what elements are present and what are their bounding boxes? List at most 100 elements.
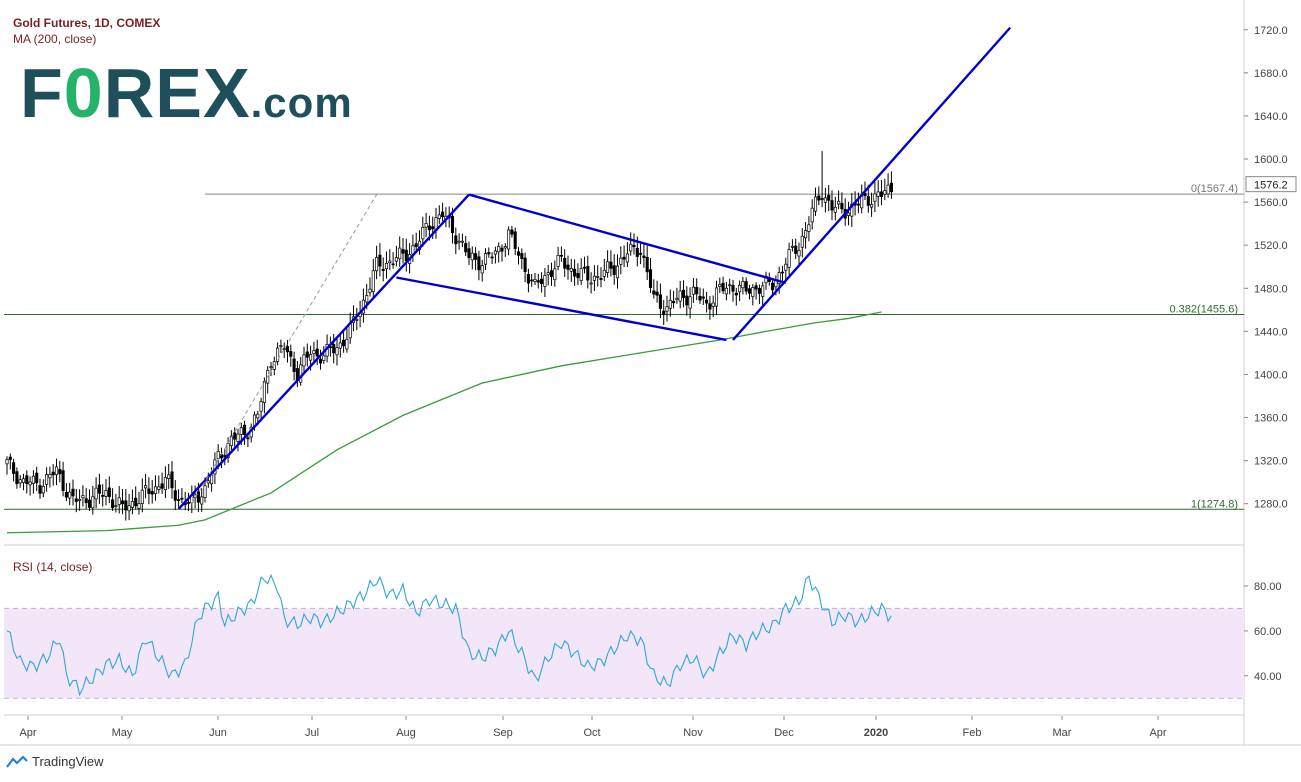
candle-body bbox=[61, 470, 65, 491]
candle-body bbox=[384, 263, 389, 270]
rising-channel-lower-line bbox=[177, 193, 470, 510]
candle-body bbox=[606, 261, 610, 273]
candle-body bbox=[549, 270, 554, 277]
chart-title: Gold Futures, 1D, COMEX bbox=[13, 16, 161, 30]
price-tick-label: 1560.0 bbox=[1254, 197, 1288, 209]
candle-body bbox=[596, 276, 600, 278]
candle-body bbox=[104, 490, 108, 497]
candle-body bbox=[41, 485, 45, 494]
candle-body bbox=[856, 203, 860, 206]
price-tick-label: 1720.0 bbox=[1254, 25, 1288, 37]
candle-body bbox=[675, 297, 679, 301]
candle-body bbox=[589, 282, 593, 285]
candle-body bbox=[810, 207, 814, 223]
candle-body bbox=[91, 496, 95, 509]
price-tick-label: 1440.0 bbox=[1254, 326, 1288, 338]
candle-body bbox=[483, 253, 488, 265]
candle-body bbox=[140, 489, 144, 504]
candle-body bbox=[84, 498, 88, 504]
tradingview-brand[interactable]: TradingView bbox=[6, 754, 104, 769]
price-tick-label: 1640.0 bbox=[1254, 111, 1288, 123]
candle-body bbox=[114, 505, 118, 507]
fib-levels: 0(1567.4) 0.382(1455.6) 1(1274.8) bbox=[4, 183, 1244, 510]
logo-text: F0REX bbox=[20, 54, 251, 132]
candle-body bbox=[51, 471, 55, 476]
candle-body bbox=[454, 235, 458, 245]
candle-body bbox=[886, 184, 890, 195]
candle-body bbox=[711, 302, 715, 307]
candle-body bbox=[794, 245, 798, 254]
candle-body bbox=[355, 319, 359, 321]
time-tick-label: Jul bbox=[305, 727, 319, 739]
rsi-axis[interactable]: 40.00 60.00 80.00 bbox=[1244, 581, 1282, 683]
candle-body bbox=[632, 244, 636, 248]
candle-body bbox=[823, 197, 827, 203]
candle-body bbox=[68, 491, 72, 499]
candle-body bbox=[87, 499, 92, 508]
candle-body bbox=[774, 280, 778, 288]
candle-body bbox=[186, 502, 191, 504]
candle-body bbox=[35, 472, 39, 484]
candle-body bbox=[48, 473, 52, 479]
candle-body bbox=[833, 206, 837, 213]
candle-body bbox=[592, 275, 596, 281]
candle-body bbox=[516, 251, 521, 256]
candle-body bbox=[299, 364, 303, 383]
candle-body bbox=[817, 195, 821, 201]
candle-body bbox=[117, 497, 121, 505]
ma-indicator-label[interactable]: MA (200, close) bbox=[13, 32, 96, 46]
candle-body bbox=[78, 498, 82, 501]
candle-body bbox=[642, 255, 646, 258]
candle-body bbox=[652, 290, 656, 295]
price-tick-label: 1600.0 bbox=[1254, 154, 1288, 166]
candle-body bbox=[672, 301, 676, 304]
candle-body bbox=[196, 491, 200, 503]
candle-body bbox=[728, 284, 732, 287]
candle-body bbox=[335, 347, 339, 356]
candle-body bbox=[167, 474, 171, 479]
rsi-pane bbox=[4, 573, 1244, 716]
candle-body bbox=[342, 339, 346, 347]
candle-body bbox=[526, 274, 530, 284]
price-axis[interactable]: 1280.0 1320.0 1360.0 1400.0 1440.0 1480.0 1520… bbox=[1244, 25, 1297, 511]
candle-body bbox=[681, 289, 686, 299]
candle-body bbox=[137, 503, 141, 509]
candle-body bbox=[668, 299, 672, 309]
candle-body bbox=[378, 254, 382, 267]
candle-body bbox=[612, 265, 616, 276]
time-axis[interactable]: Apr May Jun Jul Aug Sep Oct Nov Dec 2020 Feb Mar Apr bbox=[19, 716, 1167, 739]
candle-body bbox=[738, 285, 742, 293]
candle-body bbox=[54, 466, 59, 476]
candle-body bbox=[322, 355, 326, 361]
candle-body bbox=[302, 354, 306, 367]
candle-body bbox=[58, 469, 62, 475]
candle-body bbox=[437, 214, 441, 219]
forex-logo: F0REX.com bbox=[20, 58, 353, 128]
candle-body bbox=[282, 348, 286, 350]
candle-body bbox=[345, 338, 349, 350]
breakout-line-line bbox=[732, 26, 1012, 341]
candle-body bbox=[708, 303, 712, 310]
candle-body bbox=[338, 342, 342, 349]
candle-body bbox=[566, 264, 570, 270]
candle-body bbox=[507, 229, 511, 250]
candle-body bbox=[870, 204, 874, 208]
candle-body bbox=[239, 427, 243, 435]
candle-body bbox=[645, 256, 649, 273]
price-tick-label: 1320.0 bbox=[1254, 456, 1288, 468]
candle-body bbox=[246, 437, 250, 440]
candle-body bbox=[698, 295, 702, 301]
price-tick-label: 1400.0 bbox=[1254, 369, 1288, 381]
candle-body bbox=[784, 263, 788, 271]
candle-body bbox=[398, 247, 402, 260]
rsi-indicator-label[interactable]: RSI (14, close) bbox=[13, 560, 92, 574]
candle-body bbox=[101, 495, 105, 497]
price-tick-label: 1520.0 bbox=[1254, 240, 1288, 252]
candle-body bbox=[5, 459, 9, 465]
candle-body bbox=[599, 278, 603, 280]
candle-body bbox=[609, 261, 613, 269]
candle-body bbox=[866, 196, 870, 206]
logo-suffix: .com bbox=[250, 79, 353, 126]
candle-body bbox=[625, 253, 629, 263]
candle-body bbox=[540, 278, 544, 285]
